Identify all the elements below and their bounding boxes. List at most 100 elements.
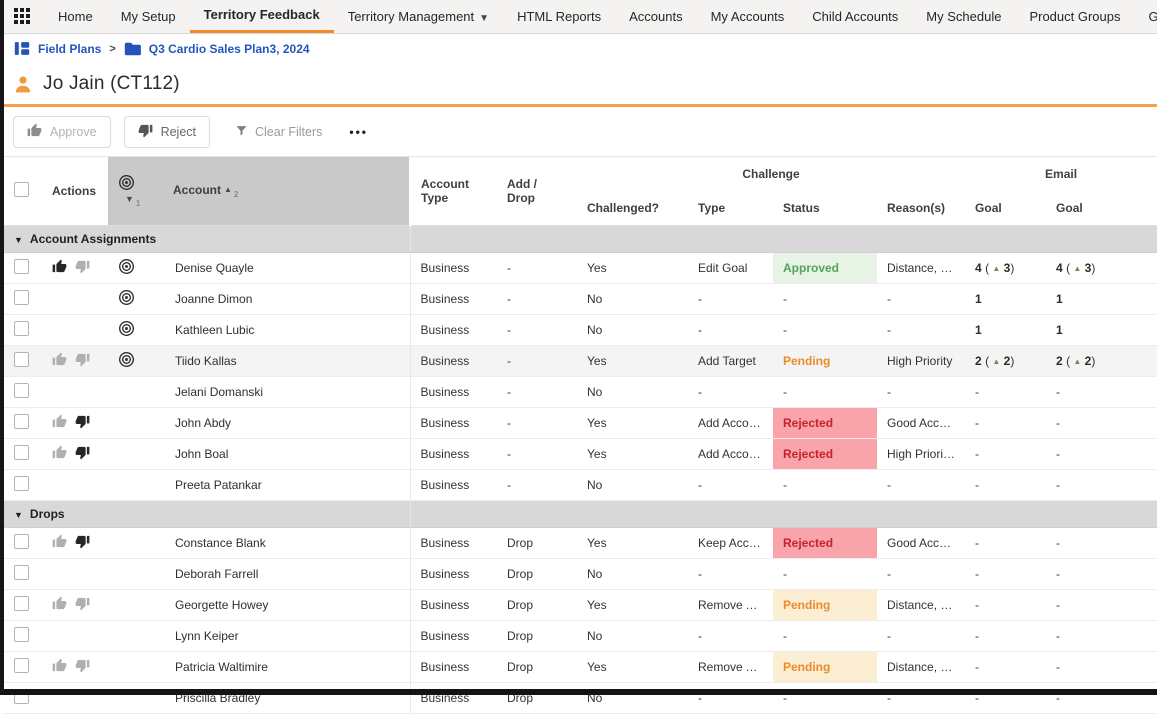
thumbs-down-button[interactable] bbox=[75, 596, 90, 611]
cell-challenged: Yes bbox=[577, 346, 688, 377]
cell-checkbox bbox=[4, 315, 42, 346]
cell-target bbox=[108, 683, 163, 714]
row-checkbox[interactable] bbox=[14, 321, 29, 336]
cell-goal-challenge: 4 ( ▲ 3) bbox=[965, 253, 1046, 284]
thumbs-down-button[interactable] bbox=[75, 414, 90, 429]
cell-account[interactable]: Preeta Patankar bbox=[163, 470, 410, 501]
col-challenged[interactable]: Challenged? bbox=[577, 190, 688, 226]
top-navigation: HomeMy SetupTerritory FeedbackTerritory … bbox=[0, 0, 1157, 34]
reject-button[interactable]: Reject bbox=[124, 116, 210, 148]
clear-filters-button[interactable]: Clear Filters bbox=[229, 123, 328, 141]
nav-tab-home[interactable]: Home bbox=[44, 0, 107, 33]
cell-account[interactable]: Priscilla Bradley bbox=[163, 683, 410, 714]
status-badge: Approved bbox=[773, 253, 877, 283]
row-checkbox[interactable] bbox=[14, 476, 29, 491]
section-label[interactable]: ▼Account Assignments bbox=[4, 226, 410, 253]
thumbs-down-button[interactable] bbox=[75, 445, 90, 460]
nav-tab-my-accounts[interactable]: My Accounts bbox=[697, 0, 799, 33]
cell-goal-challenge: - bbox=[965, 652, 1046, 683]
cell-status: Rejected bbox=[773, 439, 877, 470]
collapse-caret-icon: ▼ bbox=[14, 235, 23, 245]
thumbs-down-button[interactable] bbox=[75, 534, 90, 549]
cell-account[interactable]: Patricia Waltimire bbox=[163, 652, 410, 683]
cell-target bbox=[108, 377, 163, 408]
nav-tab-my-schedule[interactable]: My Schedule bbox=[912, 0, 1015, 33]
row-checkbox[interactable] bbox=[14, 627, 29, 642]
thumbs-up-button[interactable] bbox=[52, 445, 67, 460]
cell-account[interactable]: Constance Blank bbox=[163, 528, 410, 559]
row-checkbox[interactable] bbox=[14, 534, 29, 549]
nav-tab-global-acco[interactable]: Global Acco bbox=[1135, 0, 1157, 33]
row-checkbox[interactable] bbox=[14, 383, 29, 398]
thumbs-up-button[interactable] bbox=[52, 352, 67, 367]
thumbs-up-button[interactable] bbox=[52, 534, 67, 549]
col-goal-email[interactable]: Goal bbox=[1046, 190, 1157, 226]
col-account[interactable]: Account▲2 bbox=[163, 157, 410, 226]
cell-account[interactable]: John Boal bbox=[163, 439, 410, 470]
cell-actions bbox=[42, 284, 108, 315]
breadcrumb-root-link[interactable]: Field Plans bbox=[38, 42, 101, 56]
sort-asc-icon: ▲ bbox=[224, 185, 232, 194]
nav-tab-html-reports[interactable]: HTML Reports bbox=[503, 0, 615, 33]
cell-account[interactable]: Georgette Howey bbox=[163, 590, 410, 621]
cell-account[interactable]: Joanne Dimon bbox=[163, 284, 410, 315]
cell-target bbox=[108, 346, 163, 377]
col-status[interactable]: Status bbox=[773, 190, 877, 226]
nav-tab-child-accounts[interactable]: Child Accounts bbox=[798, 0, 912, 33]
nav-tab-territory-management[interactable]: Territory Management▼ bbox=[334, 0, 503, 33]
more-actions-button[interactable]: ••• bbox=[349, 125, 368, 139]
cell-account[interactable]: Jelani Domanski bbox=[163, 377, 410, 408]
cell-account[interactable]: Denise Quayle bbox=[163, 253, 410, 284]
cell-account[interactable]: Deborah Farrell bbox=[163, 559, 410, 590]
cell-account[interactable]: Tiido Kallas bbox=[163, 346, 410, 377]
cell-type: - bbox=[688, 683, 773, 714]
row-checkbox[interactable] bbox=[14, 290, 29, 305]
col-reasons[interactable]: Reason(s) bbox=[877, 190, 965, 226]
cell-goal-email: 1 bbox=[1046, 284, 1157, 315]
col-target[interactable]: ▼1 bbox=[108, 157, 163, 226]
nav-tab-my-setup[interactable]: My Setup bbox=[107, 0, 190, 33]
section-label[interactable]: ▼Drops bbox=[4, 501, 410, 528]
thumbs-down-button[interactable] bbox=[75, 352, 90, 367]
row-checkbox[interactable] bbox=[14, 565, 29, 580]
thumbs-down-button[interactable] bbox=[75, 259, 90, 274]
cell-reasons: - bbox=[877, 377, 965, 408]
row-checkbox[interactable] bbox=[14, 259, 29, 274]
row-checkbox[interactable] bbox=[14, 445, 29, 460]
approve-button[interactable]: Approve bbox=[13, 116, 111, 148]
cell-status: - bbox=[773, 470, 877, 501]
select-all-checkbox[interactable] bbox=[14, 182, 29, 197]
cell-challenged: Yes bbox=[577, 439, 688, 470]
app-launcher-icon[interactable] bbox=[14, 8, 32, 26]
col-type[interactable]: Type bbox=[688, 190, 773, 226]
cell-account[interactable]: Kathleen Lubic bbox=[163, 315, 410, 346]
col-account-type[interactable]: Account Type bbox=[410, 157, 497, 226]
cell-account[interactable]: John Abdy bbox=[163, 408, 410, 439]
nav-tab-product-groups[interactable]: Product Groups bbox=[1015, 0, 1134, 33]
thumbs-down-button[interactable] bbox=[75, 658, 90, 673]
nav-tab-territory-feedback[interactable]: Territory Feedback bbox=[190, 0, 334, 33]
cell-checkbox bbox=[4, 377, 42, 408]
breadcrumb: Field Plans > Q3 Cardio Sales Plan3, 202… bbox=[0, 34, 1157, 63]
col-actions: Actions bbox=[42, 157, 108, 226]
row-checkbox[interactable] bbox=[14, 658, 29, 673]
breadcrumb-current-link[interactable]: Q3 Cardio Sales Plan3, 2024 bbox=[149, 42, 310, 56]
cell-goal-email: - bbox=[1046, 528, 1157, 559]
cell-checkbox bbox=[4, 683, 42, 714]
cell-goal-email: 4 ( ▲ 3) bbox=[1046, 253, 1157, 284]
thumbs-up-button[interactable] bbox=[52, 259, 67, 274]
nav-tab-accounts[interactable]: Accounts bbox=[615, 0, 696, 33]
row-checkbox[interactable] bbox=[14, 352, 29, 367]
table-row: Lynn KeiperBusinessDropNo----- bbox=[4, 621, 1157, 652]
thumbs-up-button[interactable] bbox=[52, 658, 67, 673]
cell-account-type: Business bbox=[410, 346, 497, 377]
thumbs-up-button[interactable] bbox=[52, 596, 67, 611]
cell-account[interactable]: Lynn Keiper bbox=[163, 621, 410, 652]
col-add-drop[interactable]: Add / Drop bbox=[497, 157, 577, 226]
row-checkbox[interactable] bbox=[14, 414, 29, 429]
col-goal-challenge[interactable]: Goal bbox=[965, 190, 1046, 226]
cell-challenged: No bbox=[577, 559, 688, 590]
row-checkbox[interactable] bbox=[14, 596, 29, 611]
thumbs-up-button[interactable] bbox=[52, 414, 67, 429]
cell-target bbox=[108, 439, 163, 470]
